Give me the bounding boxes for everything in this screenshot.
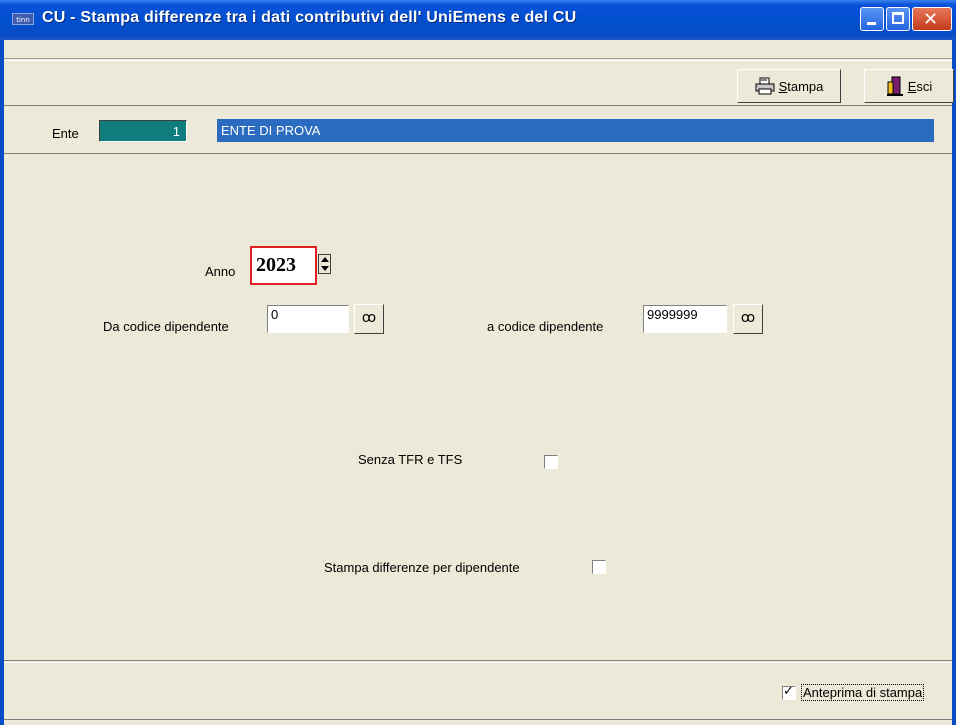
exit-door-icon	[886, 76, 903, 96]
anno-label: Anno	[205, 264, 236, 279]
close-button[interactable]: ✕	[912, 7, 952, 31]
minimize-icon	[867, 22, 876, 25]
stampa-button[interactable]: Stampa	[737, 69, 841, 103]
ente-code-field: 1	[99, 120, 187, 142]
spinner-down-icon[interactable]	[321, 266, 329, 271]
a-codice-label: a codice dipendente	[487, 319, 604, 334]
divider	[4, 719, 952, 720]
window-frame-right	[952, 40, 956, 725]
ente-row: Ente 1 ENTE DI PROVA	[4, 106, 952, 154]
stampa-differenze-label: Stampa differenze per dipendente	[324, 560, 520, 575]
glasses-icon: ꝏ	[740, 310, 756, 326]
anno-spinner[interactable]	[318, 254, 331, 274]
app-icon: tinn	[12, 13, 34, 25]
da-codice-lookup-button[interactable]: ꝏ	[354, 304, 384, 334]
anteprima-checkbox[interactable]	[782, 684, 796, 700]
maximize-button[interactable]	[886, 7, 910, 31]
ente-label: Ente	[52, 126, 79, 141]
divider	[4, 58, 952, 59]
minimize-button[interactable]	[860, 7, 884, 31]
da-codice-label: Da codice dipendente	[103, 319, 229, 334]
esci-button[interactable]: Esci	[864, 69, 954, 103]
ente-name-field: ENTE DI PROVA	[217, 119, 934, 142]
anno-input[interactable]: 2023	[250, 246, 317, 285]
glasses-icon: ꝏ	[361, 310, 377, 326]
stampa-differenze-checkbox[interactable]	[592, 560, 606, 574]
divider	[4, 662, 952, 663]
maximize-icon	[892, 12, 904, 24]
esci-label: Esci	[907, 78, 933, 94]
toolbar: Stampa Esci	[4, 60, 954, 106]
window-title: CU - Stampa differenze tra i dati contri…	[42, 9, 577, 26]
title-bar[interactable]: tinn CU - Stampa differenze tra i dati c…	[0, 0, 956, 40]
senza-tfr-label: Senza TFR e TFS	[358, 452, 463, 467]
senza-tfr-checkbox[interactable]	[544, 455, 558, 469]
a-codice-lookup-button[interactable]: ꝏ	[733, 304, 763, 334]
close-icon: ✕	[923, 9, 939, 30]
anteprima-label[interactable]: Anteprima di stampa	[801, 684, 925, 701]
spinner-up-icon[interactable]	[321, 257, 329, 262]
da-codice-input[interactable]: 0	[267, 305, 349, 333]
printer-icon	[755, 77, 775, 95]
a-codice-input[interactable]: 9999999	[643, 305, 727, 333]
stampa-label: Stampa	[778, 78, 824, 94]
